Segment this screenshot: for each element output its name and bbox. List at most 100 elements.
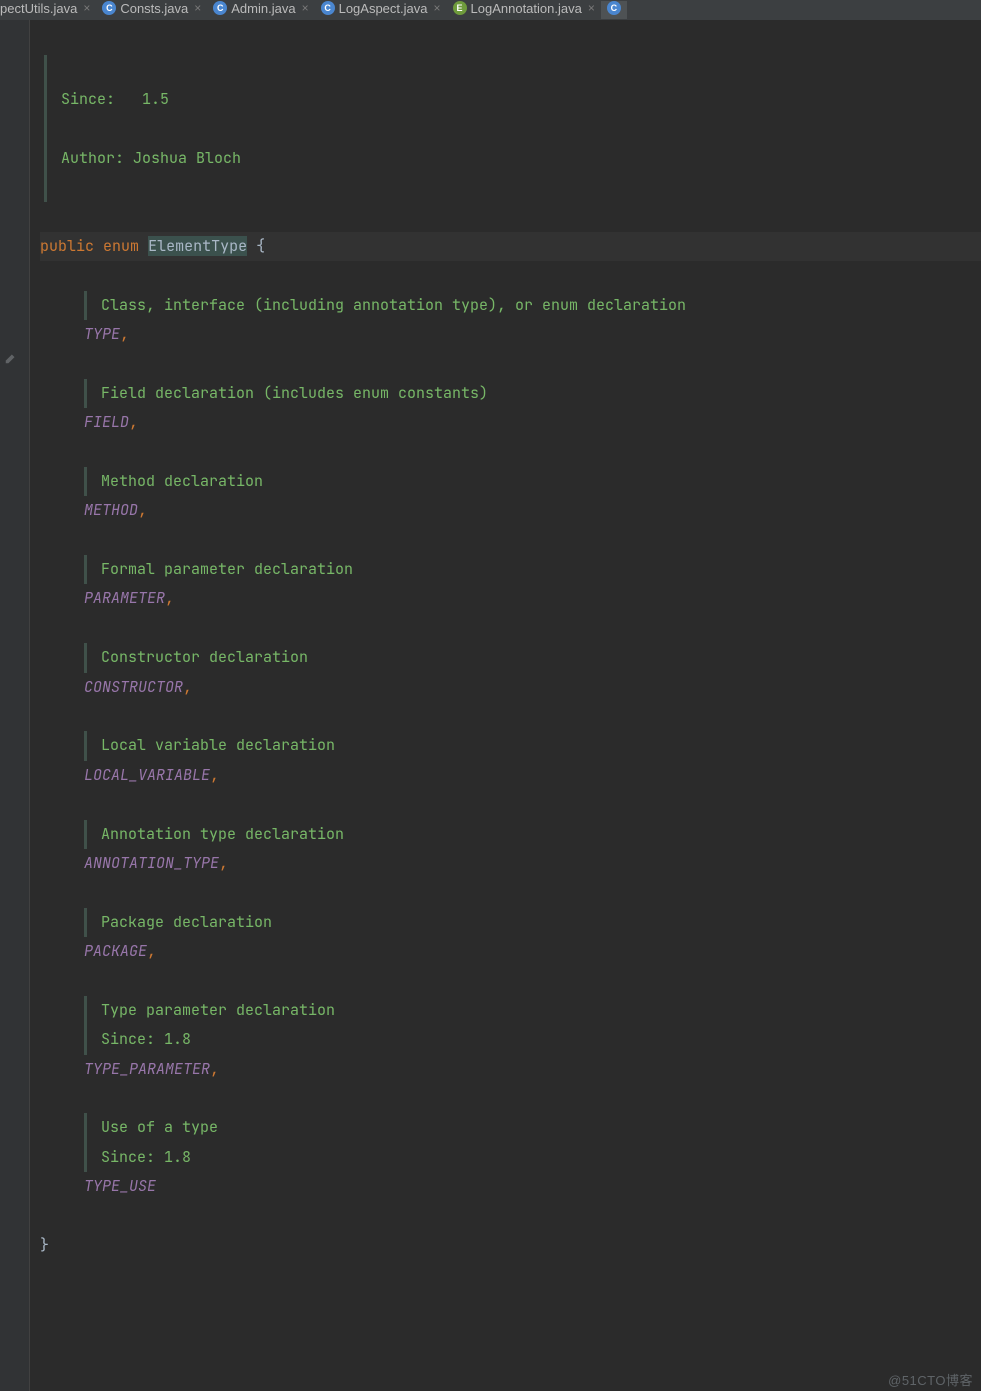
javadoc-text: Annotation type declaration <box>101 824 344 844</box>
java-class-icon: C <box>321 1 335 15</box>
enum-constant-javadoc: Package declaration <box>40 908 981 937</box>
enum-constant: CONSTRUCTOR, <box>40 673 981 702</box>
watermark: @51CTO博客 <box>888 1370 973 1389</box>
pen-icon[interactable] <box>4 350 18 364</box>
javadoc-text: Since: 1.8 <box>101 1029 191 1049</box>
enum-constant-javadoc: Formal parameter declaration <box>40 555 981 584</box>
tab-label: LogAnnotation.java <box>471 1 582 16</box>
enum-declaration-line: public enum ElementType { <box>40 232 981 261</box>
gutter[interactable] <box>0 20 30 1391</box>
comma: , <box>129 412 138 432</box>
keyword-public: public <box>40 236 94 256</box>
tab-consts[interactable]: C Consts.java × <box>96 1 207 20</box>
java-class-icon: C <box>102 1 116 15</box>
javadoc-text: Constructor declaration <box>101 647 308 667</box>
enum-constant-javadoc: Use of a type Since: 1.8 <box>40 1113 981 1172</box>
java-enum-icon: E <box>453 1 467 15</box>
enum-constant-javadoc: Field declaration (includes enum constan… <box>40 379 981 408</box>
close-brace: } <box>40 1235 49 1255</box>
comma: , <box>120 324 129 344</box>
blank-line <box>40 967 981 996</box>
tab-pectutils[interactable]: pectUtils.java × <box>0 1 96 20</box>
enum-constant: ANNOTATION_TYPE, <box>40 849 981 878</box>
tab-label: Consts.java <box>120 1 188 16</box>
comma: , <box>210 765 219 785</box>
tab-active-partial[interactable]: C <box>601 1 627 19</box>
enum-constant-javadoc: Local variable declaration <box>40 731 981 760</box>
enum-constant-name: TYPE_USE <box>84 1176 156 1196</box>
comma: , <box>183 677 192 697</box>
close-icon[interactable]: × <box>83 1 90 15</box>
enum-constant: FIELD, <box>40 408 981 437</box>
editor-area: Since: 1.5 Author: Joshua Bloch public e… <box>0 20 981 1391</box>
close-icon[interactable]: × <box>194 1 201 15</box>
enum-constant: TYPE, <box>40 320 981 349</box>
comma: , <box>210 1059 219 1079</box>
enum-constant-javadoc: Type parameter declaration Since: 1.8 <box>40 996 981 1055</box>
enum-constant-javadoc: Class, interface (including annotation t… <box>40 291 981 320</box>
enum-constant-name: TYPE_PARAMETER <box>84 1059 210 1079</box>
tab-admin[interactable]: C Admin.java × <box>207 1 314 20</box>
enum-constant-name: PARAMETER <box>84 588 165 608</box>
enum-constant-name: CONSTRUCTOR <box>84 677 183 697</box>
blank-line <box>40 614 981 643</box>
javadoc-since-value: 1.5 <box>142 89 169 109</box>
tab-label: pectUtils.java <box>0 1 77 16</box>
blank-line <box>40 790 981 819</box>
blank-line <box>40 437 981 466</box>
comma: , <box>219 853 228 873</box>
close-icon[interactable]: × <box>588 1 595 15</box>
javadoc-text: Method declaration <box>101 471 263 491</box>
javadoc-text: Since: 1.8 <box>101 1147 191 1167</box>
javadoc-text: Package declaration <box>101 912 272 932</box>
javadoc-author-label: Author: <box>61 148 124 168</box>
javadoc-text: Local variable declaration <box>101 735 335 755</box>
enum-constant-name: ANNOTATION_TYPE <box>84 853 219 873</box>
javadoc-text: Field declaration (includes enum constan… <box>101 383 488 403</box>
blank-line <box>40 702 981 731</box>
java-class-icon: C <box>213 1 227 15</box>
enum-constant-name: FIELD <box>84 412 129 432</box>
javadoc-since-label: Since: <box>61 89 115 109</box>
enum-constant: METHOD, <box>40 496 981 525</box>
enum-constant-javadoc: Constructor declaration <box>40 643 981 672</box>
comma: , <box>147 941 156 961</box>
close-brace-line: } <box>40 1231 981 1260</box>
close-icon[interactable]: × <box>434 1 441 15</box>
class-javadoc: Since: 1.5 Author: Joshua Bloch <box>44 55 981 202</box>
enum-constant: PARAMETER, <box>40 584 981 613</box>
java-class-icon: C <box>607 1 621 15</box>
keyword-enum: enum <box>103 236 139 256</box>
enum-constant-javadoc: Method declaration <box>40 467 981 496</box>
enum-constant-name: METHOD <box>84 500 138 520</box>
tab-label: LogAspect.java <box>339 1 428 16</box>
javadoc-text: Formal parameter declaration <box>101 559 353 579</box>
enum-constant-name: LOCAL_VARIABLE <box>84 765 210 785</box>
enum-constant-javadoc: Annotation type declaration <box>40 820 981 849</box>
blank-line <box>40 1084 981 1113</box>
javadoc-text: Use of a type <box>101 1117 218 1137</box>
code-editor[interactable]: Since: 1.5 Author: Joshua Bloch public e… <box>30 20 981 1391</box>
close-icon[interactable]: × <box>302 1 309 15</box>
tab-label: Admin.java <box>231 1 295 16</box>
enum-constant-name: TYPE <box>84 324 120 344</box>
tab-logaspect[interactable]: C LogAspect.java × <box>315 1 447 20</box>
tab-logannotation[interactable]: E LogAnnotation.java × <box>447 1 601 20</box>
enum-constant: TYPE_USE <box>40 1172 981 1201</box>
enum-constant-name: PACKAGE <box>84 941 147 961</box>
comma: , <box>165 588 174 608</box>
enum-body: Class, interface (including annotation t… <box>40 291 981 1202</box>
editor-tabs: pectUtils.java × C Consts.java × C Admin… <box>0 0 981 20</box>
javadoc-text: Class, interface (including annotation t… <box>101 295 686 315</box>
enum-constant: LOCAL_VARIABLE, <box>40 761 981 790</box>
blank-line <box>40 526 981 555</box>
type-name: ElementType <box>148 236 247 256</box>
javadoc-text: Type parameter declaration <box>101 1000 335 1020</box>
javadoc-author-value: Joshua Bloch <box>133 148 241 168</box>
enum-constant: PACKAGE, <box>40 937 981 966</box>
blank-line <box>40 349 981 378</box>
comma: , <box>138 500 147 520</box>
blank-line <box>40 878 981 907</box>
enum-constant: TYPE_PARAMETER, <box>40 1055 981 1084</box>
open-brace: { <box>256 236 265 256</box>
